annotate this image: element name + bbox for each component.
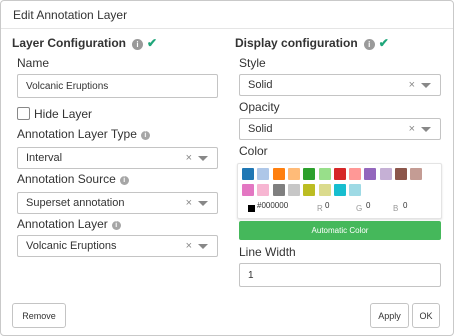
annotation-layer-type-select[interactable]: Interval × (17, 147, 218, 169)
g-label: G (356, 204, 363, 213)
select-value: Solid (248, 79, 273, 91)
color-swatch[interactable] (272, 184, 285, 196)
color-swatch[interactable] (364, 168, 377, 180)
annotation-layer-label: Annotation Layer i (17, 217, 121, 231)
apply-button[interactable]: Apply (370, 303, 409, 328)
info-icon[interactable]: i (111, 221, 121, 230)
automatic-color-button[interactable]: Automatic Color (239, 221, 441, 240)
annotation-source-select[interactable]: Superset annotation × (17, 192, 218, 214)
info-icon[interactable]: i (363, 39, 375, 50)
color-swatch[interactable] (349, 184, 362, 196)
color-swatch[interactable] (303, 184, 316, 196)
clear-icon[interactable]: × (186, 197, 192, 209)
chevron-down-icon[interactable] (198, 201, 208, 206)
check-icon: ✔ (378, 36, 389, 50)
color-swatch[interactable] (257, 168, 270, 180)
g-value[interactable]: 0 (366, 201, 370, 210)
select-value: Interval (26, 152, 63, 164)
annotation-layer-type-label: Annotation Layer Type i (17, 127, 150, 141)
r-value[interactable]: 0 (325, 201, 329, 210)
dialog-title: Edit Annotation Layer (13, 8, 128, 22)
chevron-down-icon[interactable] (421, 83, 431, 88)
color-swatch[interactable] (257, 184, 270, 196)
name-input[interactable]: Volcanic Eruptions (17, 74, 218, 98)
annotation-layer-text: Annotation Layer (17, 217, 108, 231)
style-select[interactable]: Solid × (239, 74, 441, 96)
color-swatch[interactable] (349, 168, 362, 180)
color-swatch[interactable] (318, 168, 331, 180)
color-swatch[interactable] (242, 184, 254, 196)
info-icon[interactable]: i (132, 39, 144, 50)
select-value: Superset annotation (26, 197, 125, 209)
color-swatch[interactable] (395, 168, 407, 180)
display-configuration-title: Display configuration (235, 36, 358, 50)
clear-icon[interactable]: × (186, 240, 192, 252)
b-value[interactable]: 0 (403, 201, 407, 210)
color-swatch[interactable] (287, 168, 300, 180)
name-label: Name (17, 56, 50, 70)
select-value: Volcanic Eruptions (26, 240, 117, 252)
hex-value[interactable]: #000000 (257, 201, 288, 210)
color-swatch[interactable] (318, 184, 331, 196)
annotation-source-label: Annotation Source i (17, 172, 129, 186)
color-swatch[interactable] (379, 168, 392, 180)
display-configuration-heading: Display configuration i ✔ (235, 36, 389, 50)
current-color-swatch (248, 205, 255, 212)
layer-configuration-heading: Layer Configuration i ✔ (12, 36, 157, 50)
ok-button[interactable]: OK (412, 303, 440, 328)
style-label: Style (239, 56, 266, 70)
opacity-label: Opacity (239, 100, 280, 114)
hide-layer-checkbox[interactable] (17, 107, 30, 120)
color-swatch[interactable] (242, 168, 254, 180)
opacity-select[interactable]: Solid × (239, 118, 441, 140)
remove-button[interactable]: Remove (12, 303, 66, 328)
chevron-down-icon[interactable] (198, 244, 208, 249)
r-label: R (317, 204, 323, 213)
color-swatch[interactable] (303, 168, 316, 180)
check-icon: ✔ (147, 36, 158, 50)
select-value: Solid (248, 123, 273, 135)
clear-icon[interactable]: × (409, 79, 415, 91)
chevron-down-icon[interactable] (198, 156, 208, 161)
annotation-layer-type-text: Annotation Layer Type (17, 127, 137, 141)
chevron-down-icon[interactable] (421, 127, 431, 132)
color-swatch[interactable] (333, 184, 346, 196)
b-label: B (393, 204, 399, 213)
color-swatch[interactable] (272, 168, 285, 180)
dialog-header: Edit Annotation Layer (1, 1, 453, 29)
color-swatch[interactable] (287, 184, 300, 196)
line-width-label: Line Width (239, 245, 296, 259)
color-label: Color (239, 144, 268, 158)
clear-icon[interactable]: × (186, 152, 192, 164)
info-icon[interactable]: i (140, 131, 150, 140)
annotation-source-text: Annotation Source (17, 172, 116, 186)
layer-configuration-title: Layer Configuration (12, 36, 127, 50)
line-width-input[interactable]: 1 (239, 263, 441, 287)
color-swatch[interactable] (333, 168, 346, 180)
clear-icon[interactable]: × (409, 123, 415, 135)
color-swatch[interactable] (410, 168, 423, 180)
annotation-layer-select[interactable]: Volcanic Eruptions × (17, 235, 218, 257)
info-icon[interactable]: i (119, 176, 129, 185)
hide-layer-label: Hide Layer (34, 107, 93, 121)
